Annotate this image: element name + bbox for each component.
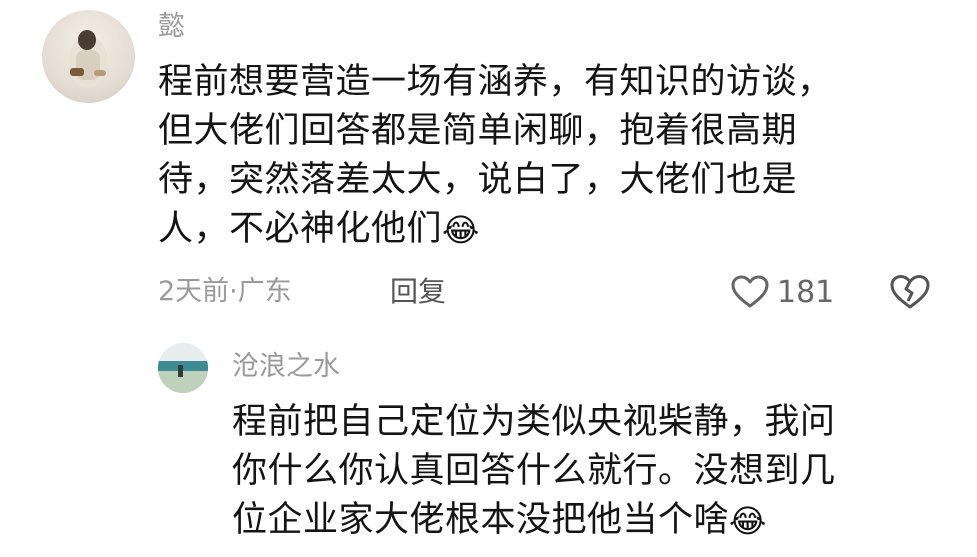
comment-text: 程前想要营造一场有涵养，有知识的访谈， 但大佬们回答都是简单闲聊，抱着很高期 待… [158,58,833,255]
like-count: 181 [777,274,835,310]
like-button[interactable]: 181 [731,272,834,312]
broken-heart-icon [890,275,930,309]
comment-line-text: 人，不必神化他们 [158,209,443,249]
laugh-cry-emoji-icon: 😂 [442,210,480,249]
reply-line-text: 位企业家大佬根本没把他当个啥 [232,500,730,540]
avatar[interactable] [42,10,135,103]
dislike-button[interactable] [890,274,930,314]
reply-avatar[interactable] [158,343,208,393]
reply-text: 程前把自己定位为类似央视柴静，我问 你什么你认真回答什么就行。没想到几 位企业家… [232,398,836,546]
heart-icon [731,275,769,308]
comment-time-location: 2天前·广东 [158,276,292,307]
reply-avatar-landscape [158,343,208,393]
comment-line: 但大佬们回答都是简单闲聊，抱着很高期 [158,111,798,151]
reply-username[interactable]: 沧浪之水 [232,352,340,382]
comment-username[interactable]: 懿 [158,12,185,42]
reply-line: 程前把自己定位为类似央视柴静，我问 [232,402,836,442]
reply-line: 你什么你认真回答什么就行。没想到几 [232,451,836,491]
comment-line: 待，突然落差太大，说白了，大佬们也是 [158,160,798,200]
laugh-cry-emoji-icon: 😂 [729,501,767,540]
avatar-figure [68,30,108,88]
reply-line: 位企业家大佬根本没把他当个啥😂 [232,496,836,546]
reply-button[interactable]: 回复 [390,272,446,312]
comment-line: 人，不必神化他们😂 [158,205,833,255]
comment-line: 程前想要营造一场有涵养，有知识的访谈， [158,62,833,102]
